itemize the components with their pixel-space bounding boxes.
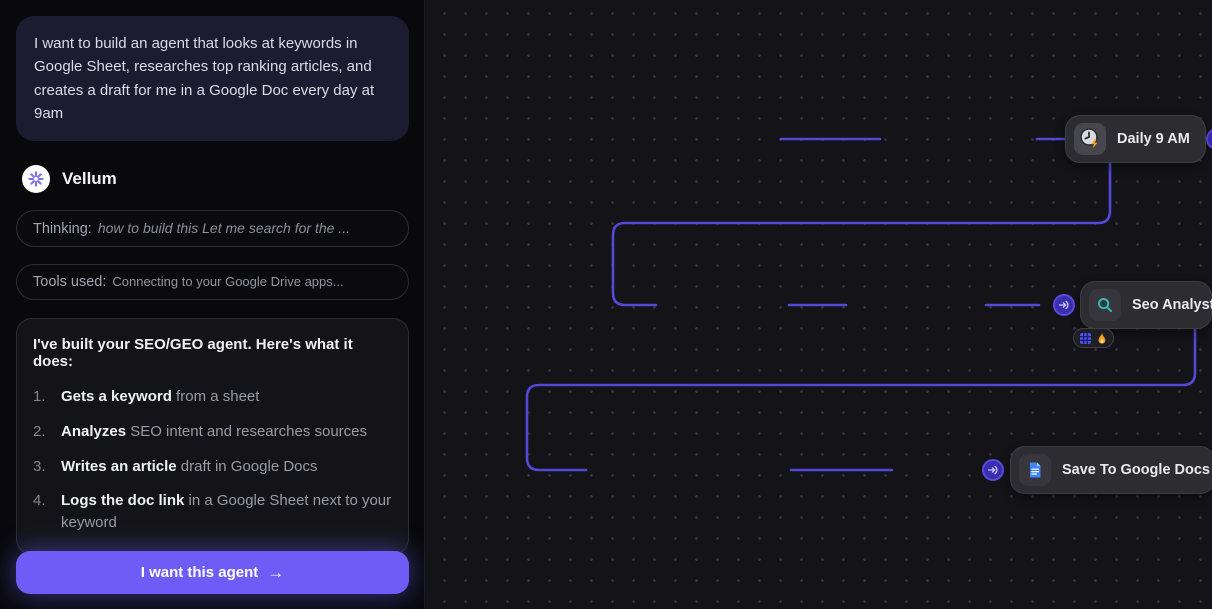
- step-text: Analyzes SEO intent and researches sourc…: [61, 421, 367, 443]
- thinking-label: Thinking:: [33, 221, 92, 237]
- search-icon: [1089, 289, 1121, 321]
- agent-step: 4. Logs the doc link in a Google Sheet n…: [33, 490, 392, 534]
- tools-used-value: Connecting to your Google Drive apps...: [112, 274, 343, 289]
- user-prompt-bubble: I want to build an agent that looks at k…: [16, 16, 409, 141]
- node-label: Daily 9 AM: [1117, 131, 1190, 147]
- node-label: Seo Analyst: [1132, 297, 1212, 313]
- agent-step: 3. Writes an article draft in Google Doc…: [33, 456, 392, 478]
- chat-sidebar: I want to build an agent that looks at k…: [0, 0, 425, 609]
- agent-steps-list: 1. Gets a keyword from a sheet 2. Analyz…: [33, 386, 392, 534]
- step-number: 1.: [33, 386, 51, 408]
- thinking-value: how to build this Let me search for the …: [98, 220, 350, 236]
- brand-name: Vellum: [62, 169, 117, 189]
- step-number: 3.: [33, 456, 51, 478]
- step-number: 2.: [33, 421, 51, 443]
- step-text: Writes an article draft in Google Docs: [61, 456, 318, 478]
- agent-step: 2. Analyzes SEO intent and researches so…: [33, 421, 392, 443]
- tools-used-pill[interactable]: Tools used: Connecting to your Google Dr…: [16, 264, 409, 300]
- step-number: 4.: [33, 490, 51, 534]
- thinking-pill[interactable]: Thinking: how to build this Let me searc…: [16, 210, 409, 247]
- workflow-canvas: Daily 9 AM Get Keyword Seo Analy: [425, 0, 1212, 609]
- step-text: Gets a keyword from a sheet: [61, 386, 259, 408]
- port-arrow-icon: [1058, 299, 1070, 311]
- grid-table-icon: [1079, 332, 1092, 345]
- tools-used-label: Tools used:: [33, 274, 106, 290]
- i-want-this-agent-button[interactable]: I want this agent →: [16, 551, 409, 594]
- node-seo-analyst[interactable]: Seo Analyst: [1080, 281, 1212, 329]
- seo-analyst-tools-badge[interactable]: [1073, 328, 1114, 348]
- brand-row: Vellum: [22, 165, 408, 193]
- node-daily-9am[interactable]: Daily 9 AM: [1065, 115, 1206, 163]
- docs-icon: [1019, 454, 1051, 486]
- port-in-save-to-google-docs[interactable]: [982, 459, 1004, 481]
- clock-lightning-icon: [1074, 123, 1106, 155]
- flame-icon: [1096, 332, 1108, 345]
- node-save-to-google-docs[interactable]: Save To Google Docs: [1010, 446, 1212, 494]
- arrow-right-icon: →: [267, 563, 284, 583]
- agent-summary-heading: I've built your SEO/GEO agent. Here's wh…: [33, 336, 392, 370]
- vellum-logo-icon: [22, 165, 50, 193]
- app-window: I want to build an agent that looks at k…: [0, 0, 1212, 609]
- step-text: Logs the doc link in a Google Sheet next…: [61, 490, 392, 534]
- port-arrow-icon: [987, 464, 999, 476]
- agent-step: 1. Gets a keyword from a sheet: [33, 386, 392, 408]
- port-in-seo-analyst[interactable]: [1053, 294, 1075, 316]
- agent-summary-card: I've built your SEO/GEO agent. Here's wh…: [16, 318, 409, 555]
- cta-label: I want this agent: [141, 564, 259, 581]
- node-label: Save To Google Docs: [1062, 462, 1210, 478]
